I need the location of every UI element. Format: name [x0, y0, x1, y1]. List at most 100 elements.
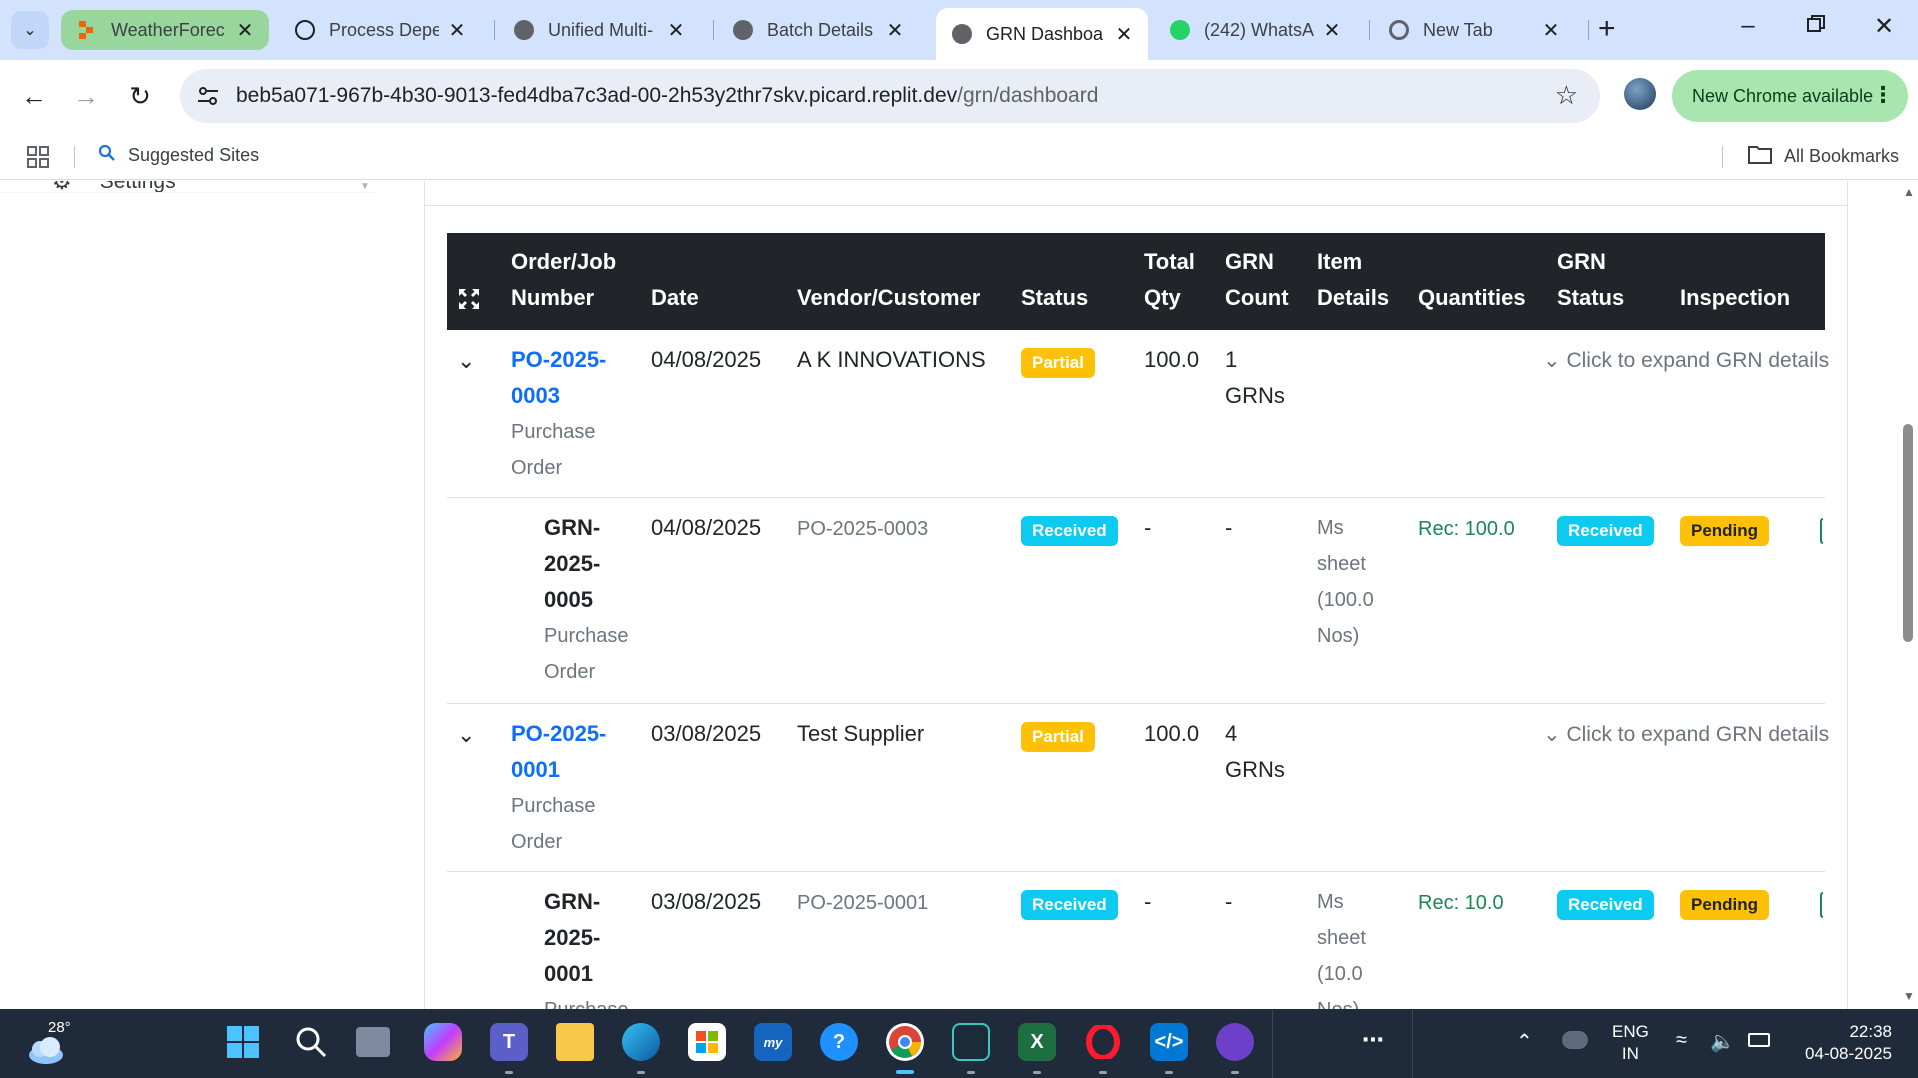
close-icon[interactable]: ✕ [235, 18, 255, 43]
excel-icon[interactable]: X [1018, 1023, 1056, 1061]
chevron-down-icon[interactable]: ⌄ [457, 348, 475, 374]
grn-status-badge: Received [1557, 516, 1654, 546]
running-indicator [1033, 1071, 1041, 1074]
clock[interactable]: 22:38 04-08-2025 [1796, 1021, 1892, 1065]
expand-grn-details[interactable]: ⌄ Click to expand GRN details [1543, 348, 1829, 373]
address-bar[interactable]: beb5a071-967b-4b30-9013-fed4dba7c3ad-00-… [180, 69, 1600, 123]
volume-icon[interactable]: 🔈 [1710, 1029, 1735, 1054]
header-date[interactable]: Date [651, 280, 699, 316]
chrome-update-button[interactable]: New Chrome available ⋮ [1672, 70, 1908, 122]
weather-temp: 28° [48, 1019, 71, 1036]
order-number-link[interactable]: PO-2025- 0003 [511, 342, 606, 414]
action-button-edge[interactable] [1820, 892, 1823, 918]
expand-grn-details[interactable]: ⌄ Click to expand GRN details [1543, 722, 1829, 747]
teams-icon[interactable]: T [490, 1023, 528, 1061]
chevron-up-icon[interactable]: ⌃ [1516, 1029, 1533, 1054]
action-button-edge[interactable] [1820, 518, 1823, 544]
header-inspection[interactable]: Inspection [1680, 280, 1790, 316]
page-content: ⚙ Settings ▼ Order/Job Number Date Vendo… [0, 181, 1918, 1009]
running-indicator [967, 1071, 975, 1074]
close-icon[interactable]: ✕ [1322, 18, 1342, 43]
weather-widget[interactable]: 28° [24, 1019, 74, 1067]
store-icon[interactable] [688, 1023, 726, 1061]
order-row: ⌄ PO-2025- 0003 Purchase Order 04/08/202… [447, 330, 1829, 498]
sidebar-item-settings[interactable]: ⚙ Settings [52, 181, 176, 197]
site-info-icon[interactable] [194, 82, 222, 110]
back-button[interactable]: ← [14, 76, 54, 116]
restore-button[interactable] [1796, 12, 1836, 40]
tab-new-tab[interactable]: New Tab ✕ [1373, 10, 1575, 50]
header-status[interactable]: Status [1021, 280, 1088, 316]
header-order-number[interactable]: Order/Job Number [511, 244, 616, 316]
header-quantities[interactable]: Quantities [1418, 280, 1526, 316]
more-menu-icon[interactable]: ⋮ [1872, 82, 1894, 108]
header-total-qty[interactable]: Total Qty [1144, 244, 1195, 316]
update-label: New Chrome available [1692, 85, 1874, 106]
tab-process[interactable]: Process Deper ✕ [279, 10, 481, 50]
bookmark-star-icon[interactable]: ☆ [1555, 80, 1578, 111]
grn-count: - [1225, 515, 1233, 540]
taskbar-separator [1272, 1009, 1273, 1078]
tab-batch-details[interactable]: Batch Details - ✕ [717, 10, 919, 50]
close-icon[interactable]: ✕ [447, 18, 467, 43]
new-tab-button[interactable]: + [1598, 14, 1616, 44]
header-grn-status[interactable]: GRN Status [1557, 244, 1624, 316]
github-icon[interactable] [1216, 1023, 1254, 1061]
tab-search-button[interactable]: ⌄ [11, 11, 49, 49]
more-apps-icon[interactable]: ⋯ [1362, 1027, 1384, 1053]
header-vendor[interactable]: Vendor/Customer [797, 280, 980, 316]
battery-icon[interactable] [1748, 1033, 1770, 1047]
grn-type-line: Purchase [544, 992, 629, 1009]
opera-icon[interactable] [1084, 1023, 1122, 1061]
close-icon[interactable]: ✕ [885, 18, 905, 43]
close-window-button[interactable]: ✕ [1864, 12, 1904, 41]
task-view-icon[interactable] [356, 1027, 390, 1057]
onedrive-icon[interactable] [1562, 1031, 1588, 1049]
file-explorer-icon[interactable] [556, 1023, 594, 1061]
order-vendor: A K INNOVATIONS [797, 347, 986, 372]
wifi-icon[interactable]: ≈ [1676, 1029, 1687, 1052]
minimize-button[interactable]: – [1728, 12, 1768, 40]
start-button[interactable] [224, 1023, 262, 1061]
search-button[interactable] [292, 1023, 330, 1061]
language-indicator[interactable]: ENG IN [1612, 1021, 1649, 1065]
tab-whatsapp[interactable]: (242) WhatsA ✕ [1154, 10, 1356, 50]
close-icon[interactable]: ✕ [1541, 18, 1561, 43]
order-grn-count: 4 GRNs [1225, 716, 1285, 788]
all-bookmarks-button[interactable]: All Bookmarks [1748, 144, 1899, 169]
order-number-link[interactable]: PO-2025- 0001 [511, 716, 606, 788]
sidebar: ⚙ Settings ▼ [0, 181, 374, 1009]
cursor-app-icon[interactable] [952, 1023, 990, 1061]
header-grn-count[interactable]: GRN Count [1225, 244, 1289, 316]
vertical-scrollbar[interactable]: ▲ ▼ [1898, 181, 1918, 1009]
close-icon[interactable]: ✕ [1114, 22, 1134, 47]
running-indicator [1231, 1071, 1239, 1074]
reload-button[interactable]: ↻ [120, 76, 160, 116]
chevron-down-icon[interactable]: ⌄ [457, 722, 475, 748]
grn-item-details: Ms sheet (10.0 Nos) [1317, 884, 1366, 1009]
chrome-icon[interactable] [886, 1023, 924, 1061]
grn-total-qty: - [1144, 515, 1152, 540]
edge-icon[interactable] [622, 1023, 660, 1061]
bookmark-suggested-sites[interactable]: Suggested Sites [98, 144, 259, 167]
forward-button[interactable]: → [66, 76, 106, 116]
close-icon[interactable]: ✕ [666, 18, 686, 43]
grn-count: - [1225, 889, 1233, 914]
scroll-down-icon[interactable]: ▼ [1903, 989, 1915, 1003]
tab-grn-dashboard[interactable]: GRN Dashboa ✕ [936, 8, 1148, 60]
order-date: 04/08/2025 [651, 347, 762, 372]
copilot-icon[interactable] [424, 1023, 462, 1061]
tab-weatherforecast[interactable]: WeatherForec ✕ [61, 10, 269, 50]
search-icon [296, 1027, 327, 1058]
help-icon[interactable]: ? [820, 1023, 858, 1061]
profile-avatar[interactable] [1624, 78, 1656, 110]
apps-grid-icon[interactable] [26, 145, 50, 169]
scroll-up-icon[interactable]: ▲ [1903, 185, 1915, 199]
scrollbar-thumb[interactable] [1903, 424, 1913, 642]
vscode-icon[interactable]: </> [1150, 1023, 1188, 1061]
expand-all-icon[interactable] [457, 287, 481, 311]
tab-unified[interactable]: Unified Multi- ✕ [498, 10, 700, 50]
header-item-details[interactable]: Item Details [1317, 244, 1389, 316]
item-details-line: (100.0 [1317, 589, 1374, 611]
myhp-icon[interactable]: my [754, 1023, 792, 1061]
